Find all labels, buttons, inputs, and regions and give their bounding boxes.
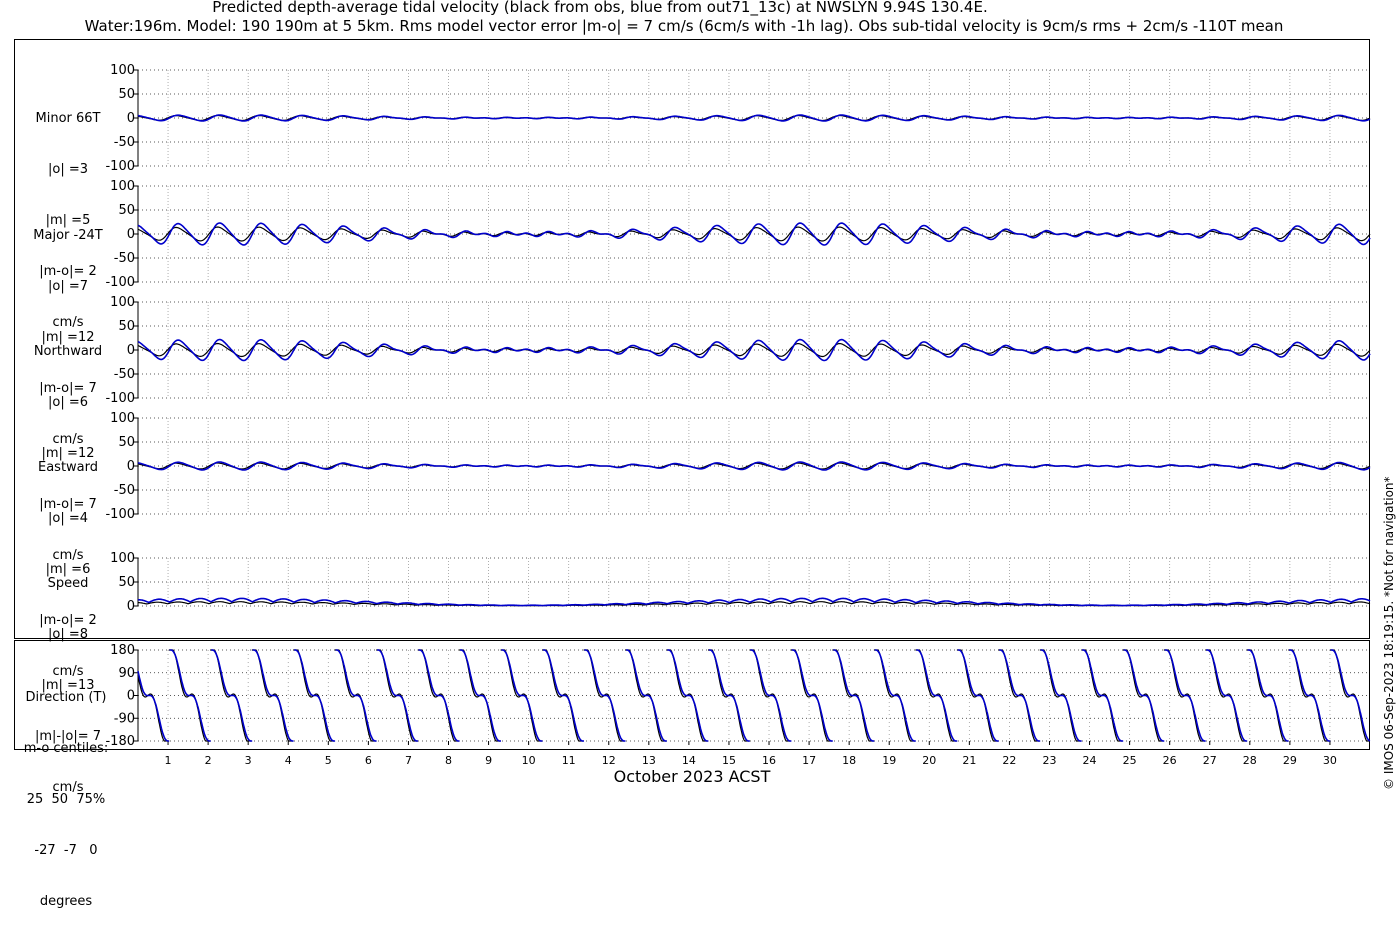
y-tick-label: -100 (105, 391, 135, 406)
x-tick-label: 14 (682, 754, 696, 767)
y-tick-label: 0 (127, 227, 135, 242)
y-tick-label: -50 (114, 367, 135, 382)
x-tick-label: 27 (1203, 754, 1217, 767)
x-tick-label: 26 (1163, 754, 1177, 767)
x-tick-label: 3 (245, 754, 252, 767)
copyright-footer: © IMOS 06-Sep-2023 18:19:15. *Not for na… (1382, 476, 1396, 790)
y-tick-label: 0 (127, 459, 135, 474)
y-tick-label: -50 (114, 135, 135, 150)
x-tick-label: 13 (642, 754, 656, 767)
tidal-velocity-chart: 1 2 3 4 5 6 7 8 9 10 11 12 13 14 15 16 17 18 19 20 21 22 23 24 2… (105, 63, 1371, 767)
x-tick-label: 20 (922, 754, 936, 767)
y-tick-label: 100 (110, 551, 135, 566)
x-tick-label: 10 (522, 754, 536, 767)
label-line: -27 -7 0 (34, 843, 98, 858)
x-tick-label: 5 (325, 754, 332, 767)
x-tick-label: 11 (562, 754, 576, 767)
x-tick-label: 17 (802, 754, 816, 767)
x-tick-label: 23 (1042, 754, 1056, 767)
y-tick-label: 100 (110, 63, 135, 78)
y-tick-label: 100 (110, 179, 135, 194)
x-tick-label: 2 (205, 754, 212, 767)
y-tick-label: 90 (118, 666, 135, 681)
y-tick-label: -90 (114, 711, 135, 726)
y-tick-label: 0 (127, 599, 135, 614)
y-tick-label: 50 (118, 575, 135, 590)
y-tick-label: 100 (110, 411, 135, 426)
x-tick-label: 4 (285, 754, 292, 767)
x-tick-label: 8 (445, 754, 452, 767)
x-tick-label: 9 (485, 754, 492, 767)
y-tick-label: 0 (127, 343, 135, 358)
x-tick-label: 6 (365, 754, 372, 767)
y-tick-label: -100 (105, 159, 135, 174)
x-tick-label: 12 (602, 754, 616, 767)
y-tick-label: -100 (105, 507, 135, 522)
x-tick-label: 30 (1323, 754, 1337, 767)
y-tick-label: 0 (127, 689, 135, 704)
y-tick-label: 50 (118, 435, 135, 450)
y-tick-label: 50 (118, 203, 135, 218)
x-tick-label: 28 (1243, 754, 1257, 767)
y-tick-label: -180 (105, 734, 135, 749)
y-tick-label: 50 (118, 319, 135, 334)
x-tick-label: 1 (165, 754, 172, 767)
x-tick-label: 15 (722, 754, 736, 767)
y-tick-label: -50 (114, 483, 135, 498)
y-tick-label: 0 (127, 111, 135, 126)
x-tick-label: 25 (1123, 754, 1137, 767)
x-axis-title: October 2023 ACST (613, 767, 771, 786)
x-tick-label: 19 (882, 754, 896, 767)
x-tick-label: 22 (1002, 754, 1016, 767)
x-tick-label: 29 (1283, 754, 1297, 767)
y-tick-label: 50 (118, 87, 135, 102)
x-tick-label: 7 (405, 754, 412, 767)
y-tick-label: 180 (110, 643, 135, 658)
x-tick-label: 24 (1083, 754, 1097, 767)
y-tick-label: -100 (105, 275, 135, 290)
x-tick-label: 16 (762, 754, 776, 767)
y-tick-label: 100 (110, 295, 135, 310)
x-tick-label: 21 (962, 754, 976, 767)
x-tick-label: 18 (842, 754, 856, 767)
label-line: degrees (39, 894, 93, 909)
y-tick-label: -50 (114, 251, 135, 266)
